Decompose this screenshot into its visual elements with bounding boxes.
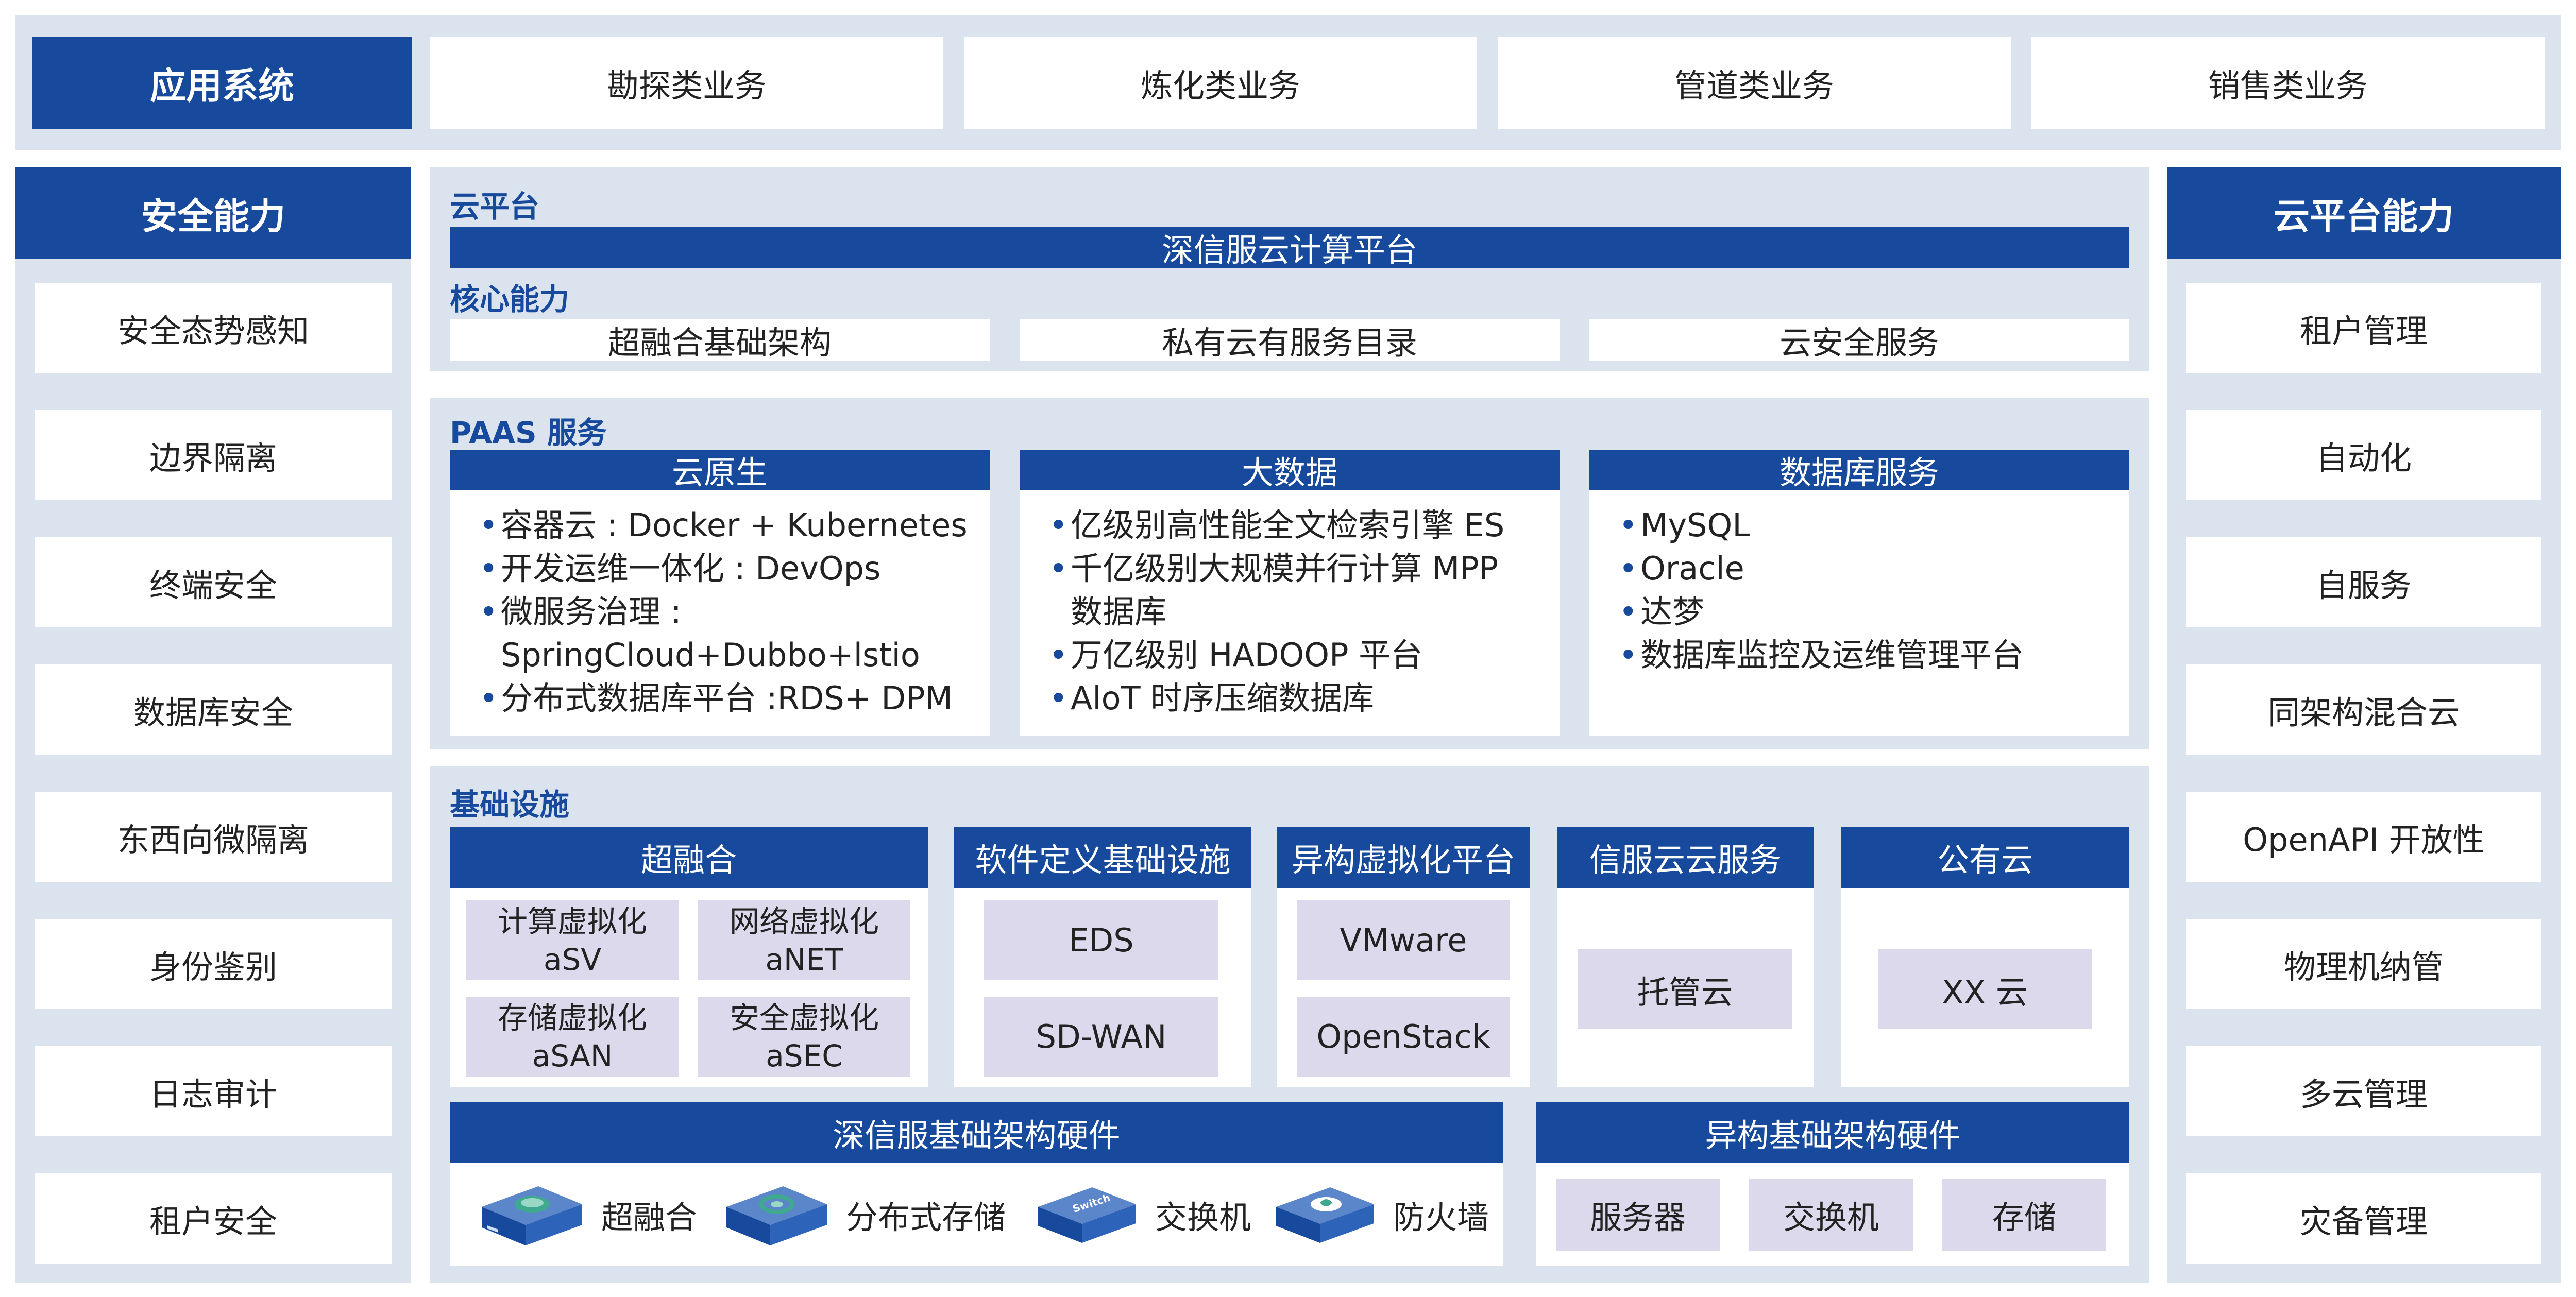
cloud-capability-title: 云平台能力 — [2167, 167, 2561, 259]
cloud-capability-item: OpenAPI 开放性 — [2186, 792, 2541, 882]
sdi-item-eds: EDS — [984, 900, 1218, 980]
sangfor-cloud-item-hosted: 托管云 — [1578, 949, 1792, 1029]
hetero-virt-title: 异构虚拟化平台 — [1277, 827, 1530, 888]
hw-label: 交换机 — [1155, 1199, 1251, 1236]
sangfor-hardware-title: 深信服基础架构硬件 — [450, 1102, 1503, 1163]
application-system-title: 应用系统 — [32, 37, 412, 129]
hci-title: 超融合 — [450, 827, 928, 888]
cloud-capability-item: 多云管理 — [2186, 1046, 2541, 1136]
tile-line: 网络虚拟化 — [729, 903, 879, 939]
hetero-hw-item-server: 服务器 — [1556, 1179, 1720, 1251]
storage-appliance-icon — [726, 1186, 827, 1245]
hetero-hw-item-storage: 存储 — [1942, 1179, 2106, 1251]
hw-label: 超融合 — [601, 1199, 698, 1236]
core-item-hci: 超融合基础架构 — [450, 319, 990, 362]
core-item-cloud-security: 云安全服务 — [1589, 319, 2129, 362]
cloud-capability-item: 灾备管理 — [2186, 1173, 2541, 1264]
app-item-refining: 炼化类业务 — [964, 37, 1477, 129]
cloud-capability-item: 租户管理 — [2186, 283, 2541, 373]
list-item: 开发运维一体化 : DevOps — [473, 547, 968, 590]
tile-line: aSV — [543, 942, 602, 977]
hci-tile-network: 网络虚拟化 aNET — [698, 900, 910, 980]
security-item: 边界隔离 — [35, 410, 392, 500]
database-list: MySQL Oracle 达梦 数据库监控及运维管理平台 — [1613, 504, 2024, 677]
security-capability-title: 安全能力 — [15, 167, 411, 259]
security-item: 东西向微隔离 — [35, 792, 392, 882]
sdi-title: 软件定义基础设施 — [954, 827, 1251, 888]
sangfor-cloud-title: 信服云云服务 — [1557, 827, 1814, 888]
security-item: 安全态势感知 — [35, 283, 392, 373]
paas-title: PAAS 服务 — [450, 415, 607, 450]
cloud-platform-title: 云平台 — [450, 189, 540, 224]
cloud-capability-item: 自服务 — [2186, 537, 2541, 627]
list-item: 亿级别高性能全文检索引擎 ES — [1043, 504, 1504, 547]
cloud-capability-item: 同架构混合云 — [2186, 664, 2541, 755]
hci-tile-storage: 存储虚拟化 aSAN — [466, 997, 679, 1077]
cloud-platform-bar: 深信服云计算平台 — [450, 227, 2129, 269]
security-item: 租户安全 — [35, 1173, 392, 1264]
list-item: 千亿级别大规模并行计算 MPP — [1043, 547, 1504, 590]
tile-line: aSEC — [766, 1038, 843, 1073]
hci-appliance-icon — [482, 1186, 582, 1245]
list-item-continuation: 数据库 — [1071, 593, 1167, 630]
list-item-continuation: SpringCloud+Dubbo+lstio — [501, 636, 920, 674]
tile-line: 计算虚拟化 — [497, 903, 647, 939]
hw-item-storage: 分布式存储 — [716, 1173, 1006, 1256]
hetero-virt-item-vmware: VMware — [1297, 900, 1510, 980]
public-cloud-title: 公有云 — [1841, 827, 2129, 888]
list-item: Oracle — [1613, 547, 2024, 590]
list-item: 万亿级别 HADOOP 平台 — [1043, 634, 1504, 677]
switch-appliance-icon: Switch — [1038, 1187, 1136, 1243]
hci-tile-compute: 计算虚拟化 aSV — [466, 900, 679, 980]
core-item-service-catalog: 私有云有服务目录 — [1020, 319, 1560, 362]
list-item: AloT 时序压缩数据库 — [1043, 677, 1504, 720]
list-item: 达梦 — [1613, 590, 2024, 634]
hetero-virt-item-openstack: OpenStack — [1297, 997, 1510, 1077]
app-item-sales: 销售类业务 — [2031, 37, 2545, 129]
tile-line: 安全虚拟化 — [729, 1000, 879, 1035]
cloud-native-list: 容器云 : Docker + Kubernetes 开发运维一体化 : DevO… — [473, 504, 968, 720]
cloud-capability-item: 物理机纳管 — [2186, 919, 2541, 1009]
paas-col-title: 数据库服务 — [1589, 450, 2129, 491]
app-item-exploration: 勘探类业务 — [430, 37, 943, 129]
security-item: 日志审计 — [35, 1046, 392, 1136]
hw-item-firewall: 防火墙 — [1268, 1173, 1489, 1256]
list-item: 数据库监控及运维管理平台 — [1613, 634, 2024, 677]
hci-tile-security: 安全虚拟化 aSEC — [698, 997, 910, 1077]
list-item: 分布式数据库平台 :RDS+ DPM — [473, 677, 968, 720]
big-data-list: 亿级别高性能全文检索引擎 ES 千亿级别大规模并行计算 MPP 数据库 万亿级别… — [1043, 504, 1504, 720]
core-capability-title: 核心能力 — [450, 282, 570, 317]
security-item: 身份鉴别 — [35, 919, 392, 1009]
cloud-capability-item: 自动化 — [2186, 410, 2541, 500]
public-cloud-item: XX 云 — [1878, 949, 2092, 1029]
hetero-hw-item-switch: 交换机 — [1749, 1179, 1913, 1251]
list-item: 微服务治理 : — [473, 590, 968, 634]
hw-label: 分布式存储 — [846, 1199, 1006, 1236]
firewall-appliance-icon — [1276, 1187, 1374, 1243]
infrastructure-title: 基础设施 — [450, 787, 570, 822]
security-item: 数据库安全 — [35, 664, 392, 755]
tile-line: aNET — [765, 942, 843, 977]
paas-col-title: 大数据 — [1020, 450, 1560, 491]
hw-item-switch: Switch 交换机 — [1030, 1173, 1251, 1256]
paas-col-title: 云原生 — [450, 450, 990, 491]
list-item: MySQL — [1613, 504, 2024, 547]
sdi-item-sdwan: SD-WAN — [984, 997, 1218, 1077]
tile-line: 存储虚拟化 — [497, 1000, 647, 1035]
hetero-hardware-title: 异构基础架构硬件 — [1536, 1102, 2129, 1163]
app-item-pipeline: 管道类业务 — [1498, 37, 2011, 129]
security-item: 终端安全 — [35, 537, 392, 627]
tile-line: aSAN — [532, 1038, 613, 1073]
list-item: 容器云 : Docker + Kubernetes — [473, 504, 968, 547]
hw-item-hci: 超融合 — [471, 1173, 697, 1256]
hw-label: 防火墙 — [1393, 1199, 1489, 1236]
